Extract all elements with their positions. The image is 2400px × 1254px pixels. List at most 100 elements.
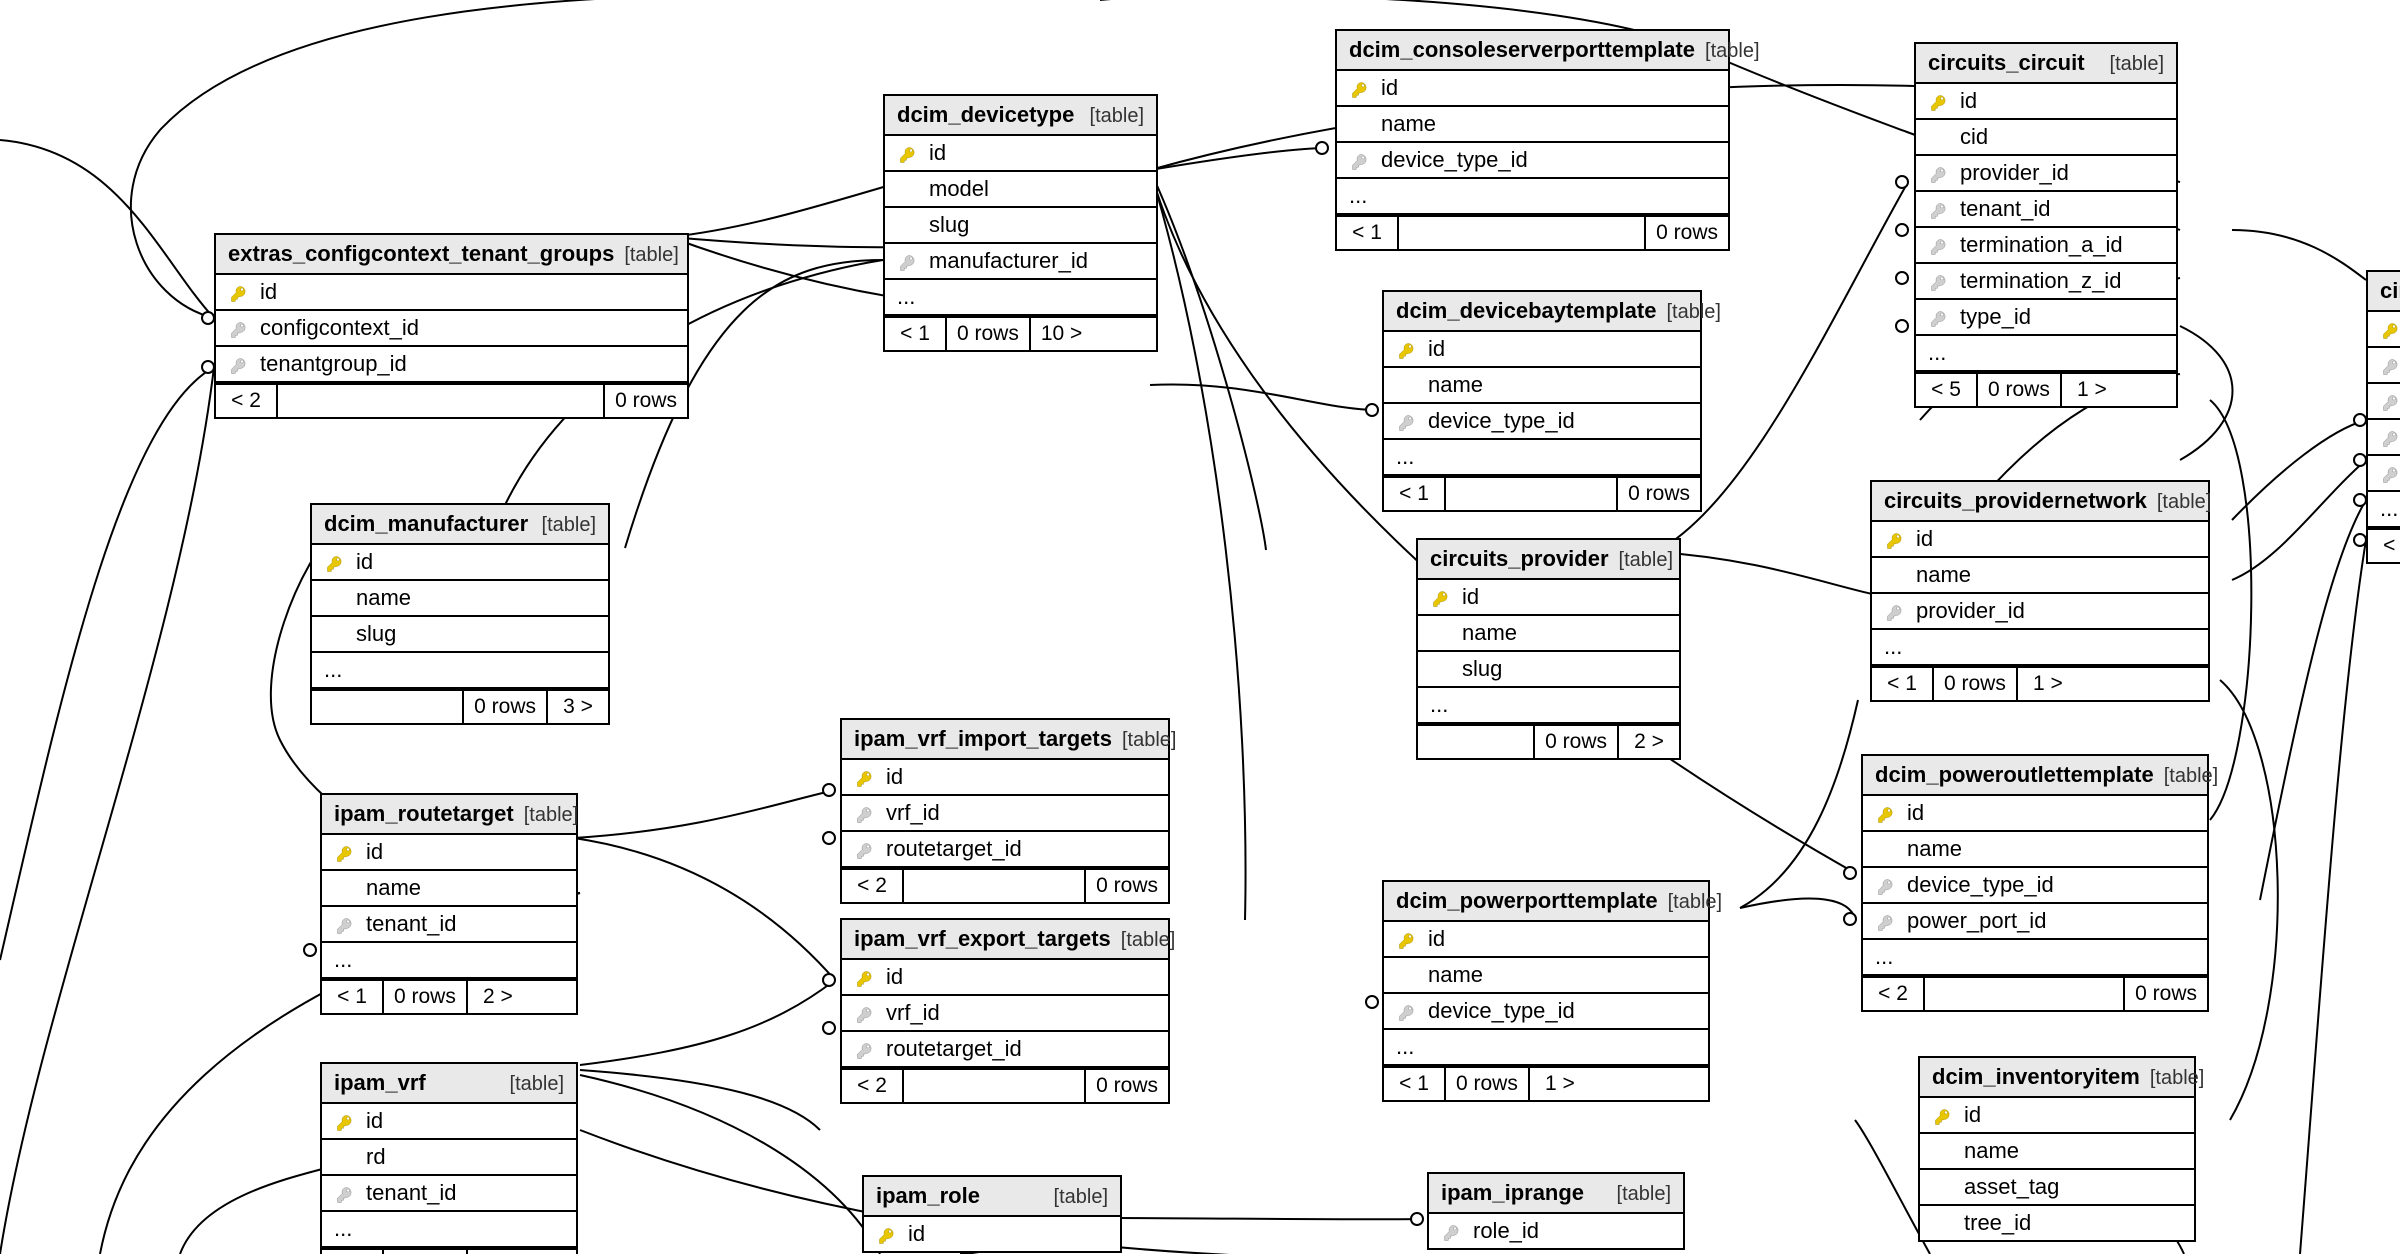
ellipsis-row: ...	[885, 280, 1156, 316]
column-row: tenant_id	[322, 907, 576, 943]
table-circuits-provider[interactable]: circuits_provider [table] id name slug .…	[1416, 538, 1681, 760]
column-row: name	[1920, 1134, 2194, 1170]
table-circuit-partial[interactable]: cir ... < 5	[2366, 270, 2400, 564]
outgoing-count: 2 >	[1619, 726, 1679, 758]
table-title: ipam_iprange	[1441, 1180, 1584, 1206]
table-footer: < 2 0 rows	[1863, 976, 2207, 1010]
row-count: 0 rows	[1978, 374, 2062, 406]
table-title: dcim_consoleserverporttemplate	[1349, 37, 1695, 63]
incoming-count: < 1	[322, 1250, 384, 1254]
column-row: role_id	[1429, 1214, 1683, 1248]
table-dcim-devicetype[interactable]: dcim_devicetype [table] id model slug ma…	[883, 94, 1158, 352]
column-name: id	[886, 764, 903, 789]
table-circuits-circuit[interactable]: circuits_circuit [table] id cid provider…	[1914, 42, 2178, 408]
column-row: type_id	[1916, 300, 2176, 336]
table-header: ipam_routetarget [table]	[322, 795, 576, 835]
table-header: ipam_iprange [table]	[1429, 1174, 1683, 1214]
column-name: id	[260, 279, 277, 304]
table-ipam-iprange[interactable]: ipam_iprange [table] role_id	[1427, 1172, 1685, 1250]
column-name: device_type_id	[1428, 408, 1575, 433]
column-row: device_type_id	[1384, 404, 1700, 440]
row-count: 0 rows	[1934, 668, 2018, 700]
column-row: name	[1872, 558, 2208, 594]
table-title: circuits_providernetwork	[1884, 488, 2147, 514]
table-ipam-routetarget[interactable]: ipam_routetarget [table] id name tenant_…	[320, 793, 578, 1015]
column-name: name	[1964, 1138, 2019, 1163]
row-count: 0 rows	[384, 1250, 468, 1254]
primary-key-icon	[1432, 588, 1450, 606]
table-type-tag: [table]	[1666, 301, 1720, 324]
column-row: manufacturer_id	[885, 244, 1156, 280]
table-header: cir	[2368, 272, 2400, 312]
foreign-key-icon	[1930, 308, 1948, 326]
outgoing-count: 10 >	[1031, 318, 1092, 350]
table-header: extras_configcontext_tenant_groups [tabl…	[216, 235, 687, 275]
incoming-count: < 5	[1916, 374, 1978, 406]
column-name: tenant_id	[366, 911, 457, 936]
table-type-tag: [table]	[524, 804, 578, 827]
er-diagram-canvas[interactable]: extras_configcontext_tenant_groups [tabl…	[0, 0, 2400, 1254]
column-row: tree_id	[1920, 1206, 2194, 1240]
table-type-tag: [table]	[2150, 1067, 2204, 1090]
foreign-key-icon	[1930, 200, 1948, 218]
incoming-count: < 1	[885, 318, 947, 350]
column-name: termination_z_id	[1960, 268, 2121, 293]
incoming-count: < 1	[322, 981, 384, 1013]
table-footer: < 2 0 rows	[216, 383, 687, 417]
column-row: name	[1863, 832, 2207, 868]
table-title: circuits_circuit	[1928, 50, 2085, 76]
row-count: 0 rows	[1535, 726, 1619, 758]
table-dcim-inventoryitem[interactable]: dcim_inventoryitem [table] id name asset…	[1918, 1056, 2196, 1242]
table-dcim-poweroutlettemplate[interactable]: dcim_poweroutlettemplate [table] id name…	[1861, 754, 2209, 1012]
column-row	[2368, 384, 2400, 420]
outgoing-count: 1 >	[2062, 374, 2122, 406]
table-ipam-vrf-import-targets[interactable]: ipam_vrf_import_targets [table] id vrf_i…	[840, 718, 1170, 904]
table-type-tag: [table]	[1054, 1186, 1108, 1209]
table-ipam-vrf-export-targets[interactable]: ipam_vrf_export_targets [table] id vrf_i…	[840, 918, 1170, 1104]
table-ipam-role[interactable]: ipam_role [table] id	[862, 1175, 1122, 1253]
column-row: name	[312, 581, 608, 617]
table-title: ipam_role	[876, 1183, 980, 1209]
table-type-tag: [table]	[542, 514, 596, 537]
column-row: name	[1384, 368, 1700, 404]
column-row: model	[885, 172, 1156, 208]
primary-key-icon	[856, 968, 874, 986]
table-ipam-vrf[interactable]: ipam_vrf [table] id rd tenant_id ... < 1…	[320, 1062, 578, 1254]
column-row: slug	[312, 617, 608, 653]
column-row: device_type_id	[1863, 868, 2207, 904]
column-row: id	[322, 835, 576, 871]
column-row: device_type_id	[1384, 994, 1708, 1030]
column-row	[2368, 312, 2400, 348]
primary-key-icon	[336, 1112, 354, 1130]
primary-key-icon	[1930, 92, 1948, 110]
column-name: id	[908, 1221, 925, 1246]
incoming-count: < 1	[1872, 668, 1934, 700]
table-type-tag: [table]	[1705, 40, 1759, 63]
incoming-count: < 2	[842, 1070, 904, 1102]
table-dcim-powerporttemplate[interactable]: dcim_powerporttemplate [table] id name d…	[1382, 880, 1710, 1102]
table-title: ipam_vrf_export_targets	[854, 926, 1111, 952]
table-extras-configcontext-tenant-groups[interactable]: extras_configcontext_tenant_groups [tabl…	[214, 233, 689, 419]
table-dcim-devicebaytemplate[interactable]: dcim_devicebaytemplate [table] id name d…	[1382, 290, 1702, 512]
table-dcim-manufacturer[interactable]: dcim_manufacturer [table] id name slug .…	[310, 503, 610, 725]
column-row: id	[312, 545, 608, 581]
column-name: type_id	[1960, 304, 2031, 329]
column-row: id	[1384, 922, 1708, 958]
table-dcim-consoleserverporttemplate[interactable]: dcim_consoleserverporttemplate [table] i…	[1335, 29, 1730, 251]
table-circuits-providernetwork[interactable]: circuits_providernetwork [table] id name…	[1870, 480, 2210, 702]
outgoing-count: 1 >	[2018, 668, 2078, 700]
table-type-tag: [table]	[510, 1073, 564, 1096]
column-row: id	[864, 1217, 1120, 1251]
table-type-tag: [table]	[1668, 891, 1722, 914]
foreign-key-icon	[336, 915, 354, 933]
column-name: device_type_id	[1428, 998, 1575, 1023]
column-row: id	[216, 275, 687, 311]
column-row: termination_z_id	[1916, 264, 2176, 300]
column-name: name	[1916, 562, 1971, 587]
column-name: routetarget_id	[886, 1036, 1022, 1061]
column-name: asset_tag	[1964, 1174, 2059, 1199]
foreign-key-icon	[230, 355, 248, 373]
column-row: name	[1418, 616, 1679, 652]
column-name: role_id	[1473, 1218, 1539, 1243]
primary-key-icon	[1886, 530, 1904, 548]
